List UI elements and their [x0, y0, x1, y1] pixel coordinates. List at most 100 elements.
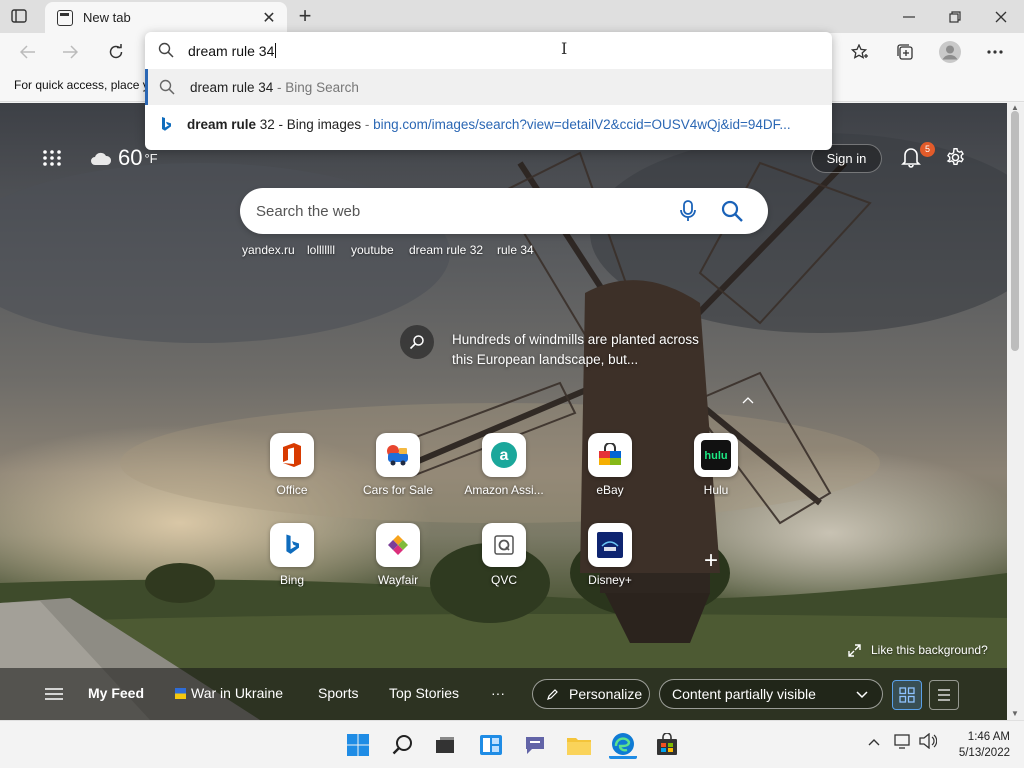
address-bar[interactable]: dream rule 34 I	[145, 32, 832, 68]
page-scrollbar[interactable]: ▲ ▼	[1007, 103, 1024, 720]
quick-link[interactable]: dream rule 32	[409, 243, 483, 257]
qvc-icon	[482, 523, 526, 567]
browser-window: New tab ✕ + For quick access, place y dr…	[0, 0, 1024, 768]
image-info-button[interactable]	[400, 325, 434, 359]
web-search-placeholder: Search the web	[256, 203, 361, 220]
personalize-button[interactable]: Personalize	[532, 679, 650, 709]
system-clock[interactable]: 1:46 AM 5/13/2022	[940, 729, 1010, 761]
tile-label: Disney+	[588, 573, 632, 587]
suggestion-text: dream rule 32 - Bing images - bing.com/i…	[187, 117, 791, 132]
feed-navigation-bar: My Feed War in Ukraine Sports Top Storie…	[0, 668, 1007, 720]
suggestion-item-search[interactable]: dream rule 34 - Bing Search	[145, 69, 832, 105]
refresh-button[interactable]	[102, 39, 130, 65]
feed-tab-war-in-ukraine[interactable]: War in Ukraine	[175, 685, 283, 701]
search-icon	[159, 79, 175, 100]
network-icon[interactable]	[894, 733, 912, 752]
chat-icon	[526, 737, 544, 754]
file-explorer-button[interactable]	[565, 731, 593, 759]
collections-button[interactable]	[891, 39, 919, 65]
feed-tab-top-stories[interactable]: Top Stories	[389, 685, 459, 701]
close-tab-button[interactable]: ✕	[259, 8, 279, 28]
like-background-link[interactable]: Like this background?	[848, 643, 988, 657]
start-button[interactable]	[344, 731, 372, 759]
expand-icon	[848, 643, 861, 657]
teams-chat-button[interactable]	[521, 731, 549, 759]
tile-disney-plus[interactable]: Disney+	[567, 523, 653, 603]
favorites-bar-hint: For quick access, place y	[14, 78, 149, 92]
tile-cars-for-sale[interactable]: Cars for Sale	[355, 433, 441, 513]
apps-grid-icon[interactable]	[42, 149, 62, 167]
widgets-icon	[480, 735, 502, 755]
add-shortcut-button[interactable]: +	[704, 547, 718, 575]
quick-link[interactable]: lolllllll	[307, 243, 335, 257]
list-view-button[interactable]	[929, 680, 959, 710]
tab-new-tab[interactable]: New tab ✕	[45, 2, 287, 33]
grid-view-icon	[899, 687, 915, 703]
widgets-button[interactable]	[477, 731, 505, 759]
chevron-down-icon	[856, 691, 868, 699]
address-bar-input[interactable]: dream rule 34	[188, 43, 277, 59]
close-window-button[interactable]	[978, 0, 1024, 33]
content-visibility-dropdown[interactable]: Content partially visible	[659, 679, 883, 709]
taskbar-search-button[interactable]	[389, 731, 417, 759]
edge-taskbar-button[interactable]	[609, 731, 637, 759]
volume-icon[interactable]	[919, 732, 938, 752]
suggestion-text: dream rule 34 - Bing Search	[190, 80, 359, 95]
tile-label: Amazon Assi...	[464, 483, 544, 497]
tile-ebay[interactable]: eBay	[567, 433, 653, 513]
store-icon	[657, 733, 677, 755]
suggestion-source: Bing Search	[285, 80, 359, 95]
scroll-down-icon[interactable]: ▼	[1011, 709, 1019, 718]
suggestion-separator: -	[273, 80, 286, 95]
settings-more-button[interactable]	[981, 39, 1009, 65]
feed-tab-my-feed[interactable]: My Feed	[88, 685, 144, 701]
tile-label: Wayfair	[377, 573, 419, 587]
new-tab-button[interactable]: +	[292, 4, 318, 28]
tile-hulu[interactable]: hulu Hulu	[673, 433, 759, 513]
image-fact-text[interactable]: Hundreds of windmills are planted across…	[452, 330, 722, 370]
weather-unit: °F	[144, 150, 158, 166]
tray-chevron-icon[interactable]	[868, 733, 880, 749]
collapse-chevron-icon[interactable]	[742, 393, 754, 407]
feed-tab-sports[interactable]: Sports	[318, 685, 358, 701]
tile-office[interactable]: Office	[249, 433, 335, 513]
cloud-icon	[91, 152, 112, 165]
windows-taskbar: 1:46 AM 5/13/2022	[0, 720, 1024, 768]
quick-link[interactable]: youtube	[351, 243, 394, 257]
notification-bell-icon[interactable]	[901, 146, 921, 168]
edge-icon	[612, 732, 634, 755]
restore-button[interactable]	[932, 0, 978, 33]
suggestion-query: dream rule 34	[190, 80, 274, 95]
microphone-icon[interactable]	[679, 200, 697, 222]
suggestion-item-images[interactable]: dream rule 32 - Bing images - bing.com/i…	[145, 106, 832, 142]
page-settings-gear-icon[interactable]	[945, 147, 966, 168]
quick-link[interactable]: yandex.ru	[242, 243, 295, 257]
folder-icon	[567, 738, 591, 755]
hulu-icon: hulu	[694, 433, 738, 477]
search-submit-icon[interactable]	[721, 200, 743, 222]
grid-view-button[interactable]	[892, 680, 922, 710]
search-icon	[392, 735, 412, 755]
favorites-button[interactable]	[846, 39, 874, 65]
forward-button[interactable]	[56, 39, 84, 65]
svg-text:hulu: hulu	[704, 450, 727, 462]
task-view-button[interactable]	[431, 731, 459, 759]
web-search-box[interactable]: Search the web	[240, 188, 768, 234]
disney-icon	[588, 523, 632, 567]
menu-hamburger-icon[interactable]	[45, 688, 63, 700]
feed-more-button[interactable]: ···	[491, 685, 505, 701]
tile-bing[interactable]: Bing	[249, 523, 335, 603]
tile-amazon-assistant[interactable]: a Amazon Assi...	[461, 433, 547, 513]
store-button[interactable]	[653, 731, 681, 759]
tab-actions-icon[interactable]	[8, 6, 30, 26]
amazon-icon: a	[482, 433, 526, 477]
quick-link[interactable]: rule 34	[497, 243, 534, 257]
scrollbar-thumb[interactable]	[1011, 111, 1019, 351]
minimize-button[interactable]	[886, 0, 932, 33]
tile-qvc[interactable]: QVC	[461, 523, 547, 603]
profile-avatar[interactable]	[936, 39, 964, 65]
new-tab-favicon-icon	[57, 9, 73, 26]
back-button[interactable]	[14, 39, 42, 65]
tile-wayfair[interactable]: Wayfair	[355, 523, 441, 603]
car-icon	[376, 433, 420, 477]
